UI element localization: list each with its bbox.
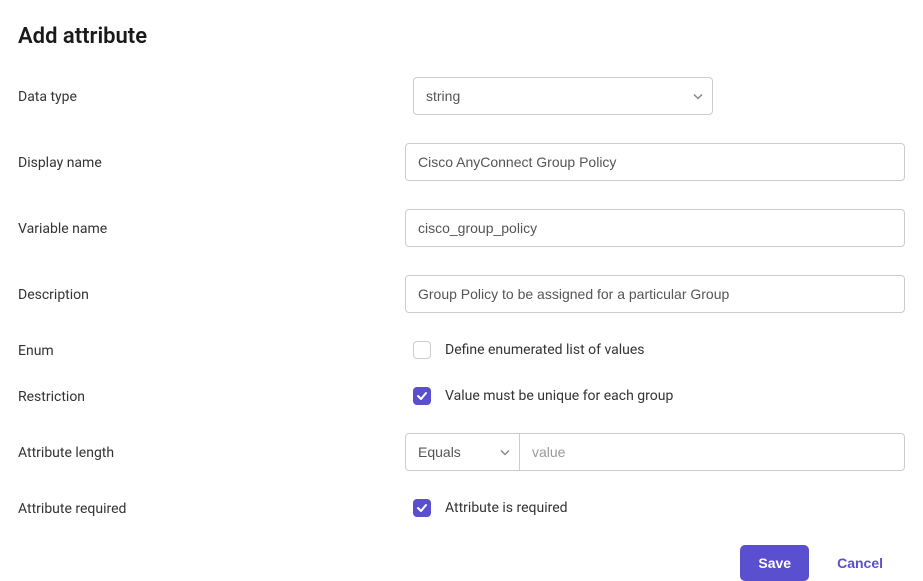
display-name-input[interactable] bbox=[405, 143, 905, 181]
length-operator-select[interactable] bbox=[405, 433, 520, 471]
check-icon bbox=[416, 390, 428, 402]
label-restriction: Restriction bbox=[18, 387, 413, 405]
page-title: Add attribute bbox=[18, 24, 905, 49]
label-data-type: Data type bbox=[18, 87, 413, 105]
save-button[interactable]: Save bbox=[740, 545, 809, 581]
data-type-select-wrap bbox=[413, 77, 713, 115]
label-display-name: Display name bbox=[18, 153, 405, 171]
row-attribute-length: Attribute length bbox=[18, 433, 905, 471]
required-checkbox-label: Attribute is required bbox=[445, 500, 568, 516]
row-data-type: Data type bbox=[18, 77, 905, 115]
label-variable-name: Variable name bbox=[18, 219, 405, 237]
restriction-checkbox[interactable] bbox=[413, 387, 431, 405]
description-input[interactable] bbox=[405, 275, 905, 313]
check-icon bbox=[416, 502, 428, 514]
restriction-checkbox-label: Value must be unique for each group bbox=[445, 388, 673, 404]
row-enum: Enum Define enumerated list of values bbox=[18, 341, 905, 359]
required-checkbox[interactable] bbox=[413, 499, 431, 517]
row-attribute-required: Attribute required Attribute is required bbox=[18, 499, 905, 517]
row-display-name: Display name bbox=[18, 143, 905, 181]
label-description: Description bbox=[18, 285, 405, 303]
row-variable-name: Variable name bbox=[18, 209, 905, 247]
label-attribute-length: Attribute length bbox=[18, 443, 405, 461]
button-row: Save Cancel bbox=[18, 545, 905, 581]
row-restriction: Restriction Value must be unique for eac… bbox=[18, 387, 905, 405]
variable-name-input[interactable] bbox=[405, 209, 905, 247]
length-value-input[interactable] bbox=[520, 433, 905, 471]
data-type-select[interactable] bbox=[413, 77, 713, 115]
cancel-button[interactable]: Cancel bbox=[833, 545, 887, 581]
enum-checkbox-label: Define enumerated list of values bbox=[445, 342, 645, 358]
label-attribute-required: Attribute required bbox=[18, 499, 413, 517]
label-enum: Enum bbox=[18, 341, 413, 359]
enum-checkbox[interactable] bbox=[413, 341, 431, 359]
row-description: Description bbox=[18, 275, 905, 313]
